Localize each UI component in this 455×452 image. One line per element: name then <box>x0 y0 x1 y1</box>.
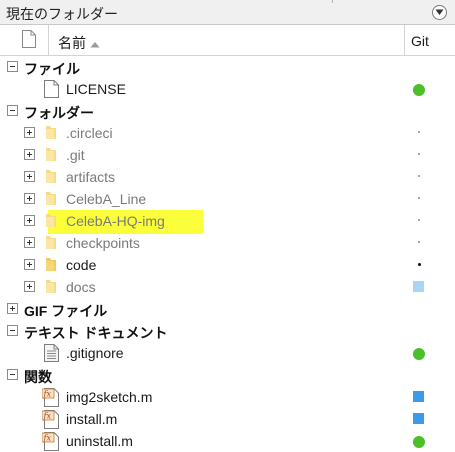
item-name: code <box>66 257 97 273</box>
expand-toggle[interactable] <box>24 237 35 248</box>
panel-splitter[interactable] <box>332 0 333 3</box>
item-name: install.m <box>66 411 118 427</box>
item-name: artifacts <box>66 169 116 185</box>
folder-icon <box>46 214 56 227</box>
git-status-untracked-icon <box>413 281 424 292</box>
name-column-header[interactable]: 名前 <box>58 33 100 53</box>
group-folders-header[interactable]: フォルダー <box>0 100 455 122</box>
group-text-header[interactable]: テキスト ドキュメント <box>0 320 455 342</box>
group-label: 関数 <box>24 369 52 385</box>
git-status-clean-icon <box>413 436 425 448</box>
svg-text:fx: fx <box>43 412 52 421</box>
folder-icon <box>46 126 56 139</box>
folder-icon <box>46 170 56 183</box>
git-status-dot-icon <box>418 175 420 177</box>
item-name: CelebA-HQ-img <box>66 213 165 229</box>
function-file-icon: fx <box>42 388 59 407</box>
list-item[interactable]: .circleci <box>0 122 455 144</box>
expand-toggle[interactable] <box>24 281 35 292</box>
item-name: checkpoints <box>66 235 140 251</box>
list-item[interactable]: .git <box>0 144 455 166</box>
sort-ascending-icon <box>90 41 100 48</box>
panel-title: 現在のフォルダー <box>6 6 118 22</box>
item-name: uninstall.m <box>66 433 133 449</box>
git-status-dot-icon <box>418 219 420 221</box>
expand-toggle[interactable] <box>24 193 35 204</box>
item-name: LICENSE <box>66 81 126 97</box>
git-status-modified-icon <box>413 413 424 424</box>
item-name: docs <box>66 279 96 295</box>
folder-icon <box>46 148 56 161</box>
list-item[interactable]: checkpoints <box>0 232 455 254</box>
git-status-clean-icon <box>413 348 425 360</box>
item-name: CelebA_Line <box>66 191 147 207</box>
column-separator[interactable] <box>48 25 49 55</box>
list-item[interactable]: docs <box>0 276 455 298</box>
git-status-clean-icon <box>413 84 425 96</box>
item-name: .gitignore <box>66 345 124 361</box>
list-item[interactable]: CelebA_Line <box>0 188 455 210</box>
group-files-header[interactable]: ファイル <box>0 56 455 78</box>
list-item[interactable]: CelebA-HQ-img <box>0 210 455 234</box>
svg-text:fx: fx <box>43 390 52 399</box>
item-name: .circleci <box>66 125 113 141</box>
list-item[interactable]: fx install.m <box>0 408 455 430</box>
document-icon <box>44 80 59 98</box>
expand-toggle[interactable] <box>7 303 18 314</box>
git-column-header[interactable]: Git <box>411 33 429 49</box>
list-item[interactable]: fx uninstall.m <box>0 430 455 452</box>
item-name: img2sketch.m <box>66 389 153 405</box>
column-separator[interactable] <box>404 25 405 55</box>
group-label: テキスト ドキュメント <box>24 325 168 341</box>
function-file-icon: fx <box>42 432 59 451</box>
list-item[interactable]: code <box>0 254 455 276</box>
collapse-toggle[interactable] <box>7 369 18 380</box>
git-status-dot-icon <box>418 131 420 133</box>
git-status-dot-icon <box>418 241 420 243</box>
git-status-dot-icon <box>418 263 421 266</box>
expand-toggle[interactable] <box>24 127 35 138</box>
folder-icon <box>46 280 56 293</box>
column-header: 名前 Git <box>0 25 455 56</box>
chevron-down-icon <box>435 9 444 15</box>
expand-toggle[interactable] <box>24 149 35 160</box>
file-list: ファイル LICENSE フォルダー .circleci .git artifa… <box>0 56 455 452</box>
group-label: ファイル <box>24 61 80 77</box>
git-status-dot-icon <box>418 197 420 199</box>
expand-toggle[interactable] <box>24 171 35 182</box>
file-type-column-icon[interactable] <box>22 30 36 48</box>
collapse-toggle[interactable] <box>7 61 18 72</box>
name-column-label: 名前 <box>58 35 86 51</box>
expand-toggle[interactable] <box>24 215 35 226</box>
folder-icon <box>46 258 56 271</box>
group-label: フォルダー <box>24 105 94 121</box>
function-file-icon: fx <box>42 410 59 429</box>
collapse-toggle[interactable] <box>7 325 18 336</box>
expand-toggle[interactable] <box>24 259 35 270</box>
panel-titlebar: 現在のフォルダー <box>0 0 455 25</box>
panel-menu-button[interactable] <box>432 5 447 20</box>
folder-icon <box>46 192 56 205</box>
list-item[interactable]: fx img2sketch.m <box>0 386 455 408</box>
group-label: GIF ファイル <box>24 303 108 319</box>
folder-icon <box>46 236 56 249</box>
group-gif-header[interactable]: GIF ファイル <box>0 298 455 320</box>
text-file-icon <box>44 344 59 362</box>
git-status-dot-icon <box>418 153 420 155</box>
list-item[interactable]: .gitignore <box>0 342 455 364</box>
list-item[interactable]: LICENSE <box>0 78 455 100</box>
list-item[interactable]: artifacts <box>0 166 455 188</box>
svg-text:fx: fx <box>43 434 52 443</box>
git-status-modified-icon <box>413 391 424 402</box>
group-functions-header[interactable]: 関数 <box>0 364 455 386</box>
item-name: .git <box>66 147 85 163</box>
collapse-toggle[interactable] <box>7 105 18 116</box>
